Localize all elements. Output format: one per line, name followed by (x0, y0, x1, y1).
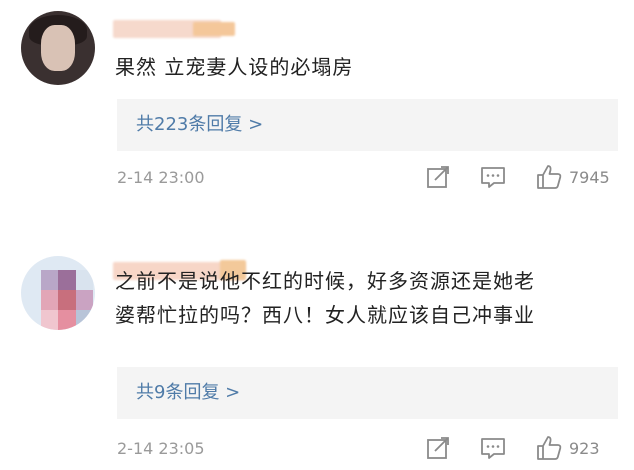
comment-text-line: 婆帮忙拉的吗？西八！女人就应该自己冲事业 (115, 303, 535, 327)
share-icon[interactable] (424, 163, 452, 191)
comment-time: 2-14 23:00 (117, 168, 205, 187)
view-replies-link[interactable]: 共9条回复 > (117, 367, 618, 419)
badge-blurred (193, 22, 235, 36)
comment-text-line: 果然 立宠妻人设的必塌房 (115, 55, 354, 79)
comment-text-line: 之前不是说他不红的时候，好多资源还是她老 (115, 269, 535, 293)
comment-item: 果然 立宠妻人设的必塌房 共223条回复 > 2-14 23:00 7945 (0, 0, 634, 206)
comment-icon[interactable] (479, 163, 507, 191)
comment-text: 之前不是说他不红的时候，好多资源还是她老 婆帮忙拉的吗？西八！女人就应该自己冲事… (115, 264, 634, 332)
view-replies-link[interactable]: 共223条回复 > (117, 99, 618, 151)
like-icon[interactable] (535, 434, 563, 462)
comment-time: 2-14 23:05 (117, 439, 205, 458)
like-icon[interactable] (535, 163, 563, 191)
avatar[interactable] (21, 256, 95, 330)
comment-item: 之前不是说他不红的时候，好多资源还是她老 婆帮忙拉的吗？西八！女人就应该自己冲事… (0, 236, 634, 470)
comment-icon[interactable] (479, 434, 507, 462)
comment-meta: 2-14 23:00 7945 (117, 163, 618, 195)
avatar[interactable] (21, 11, 95, 85)
like-count: 7945 (569, 168, 610, 187)
comment-text: 果然 立宠妻人设的必塌房 (115, 50, 353, 84)
comment-meta: 2-14 23:05 923 (117, 434, 618, 466)
divider (0, 206, 634, 236)
share-icon[interactable] (424, 434, 452, 462)
like-count: 923 (569, 439, 600, 458)
